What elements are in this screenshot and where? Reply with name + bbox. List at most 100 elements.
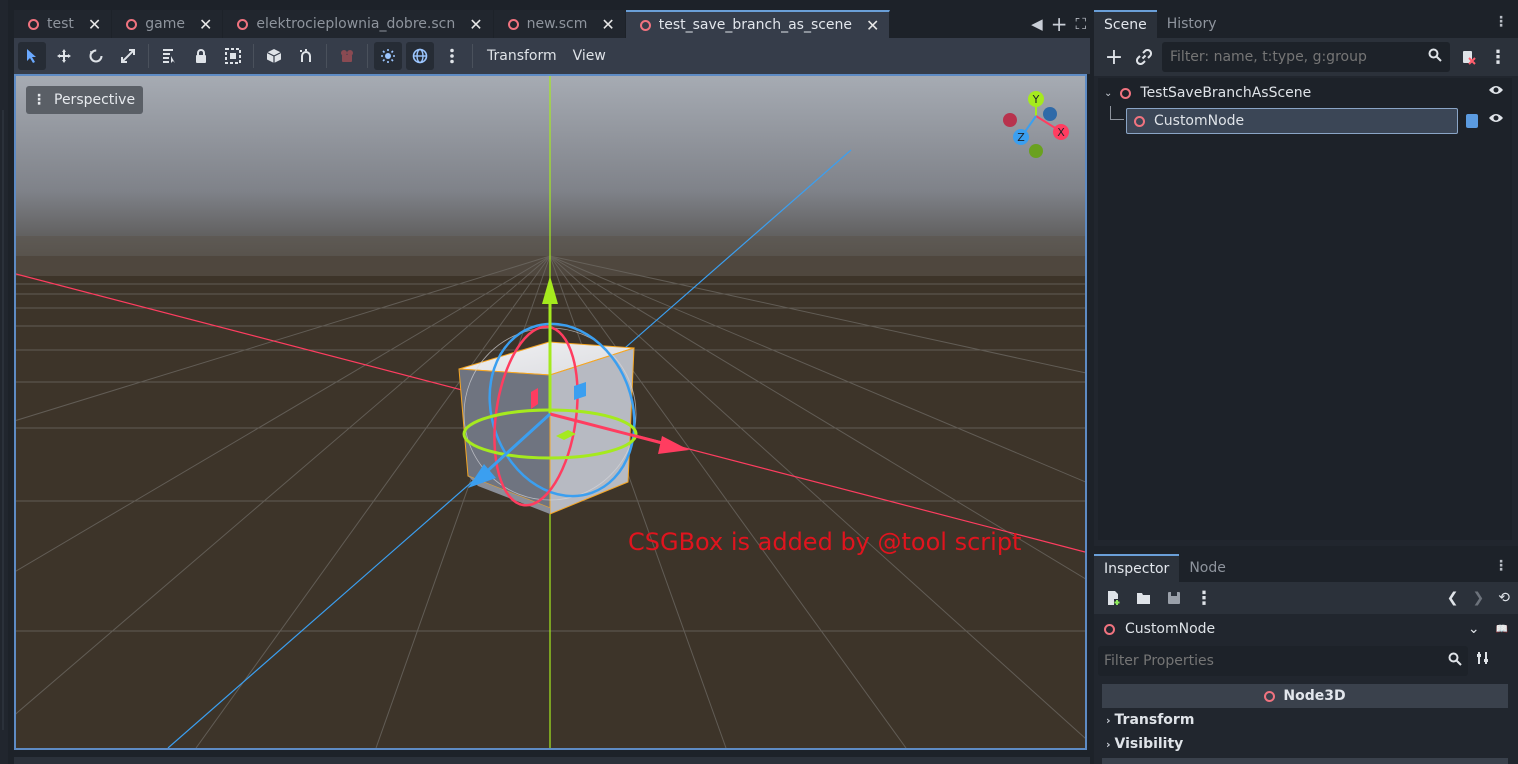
- tab-node[interactable]: Node: [1179, 554, 1236, 582]
- scene-dock: Scene History ⋮ + ⋮ ⌄ Test: [1094, 10, 1518, 546]
- more-options-icon[interactable]: ⋮: [1192, 586, 1216, 610]
- tab-game[interactable]: game ✕: [112, 10, 224, 38]
- bottom-panel-edge: [14, 757, 1090, 764]
- snap-icon[interactable]: [292, 42, 320, 70]
- scene-tab-bar: test ✕ game ✕ elektrocieplownia_dobre.sc…: [14, 10, 1090, 38]
- toolbar-separator: [367, 44, 368, 68]
- open-folder-icon[interactable]: [1132, 586, 1156, 610]
- distraction-free-icon[interactable]: ⛶: [1075, 15, 1086, 33]
- tab-elektrocieplownia[interactable]: elektrocieplownia_dobre.scn ✕: [223, 10, 494, 38]
- scene-icon: [639, 19, 651, 31]
- close-icon[interactable]: ✕: [601, 15, 614, 34]
- tab-label: elektrocieplownia_dobre.scn: [256, 16, 456, 32]
- camera-icon[interactable]: [333, 42, 361, 70]
- tab-test[interactable]: test ✕: [14, 10, 113, 38]
- toolbar-separator: [253, 44, 254, 68]
- script-icon[interactable]: [1466, 114, 1478, 128]
- scene-filter-input[interactable]: [1162, 42, 1450, 72]
- toolbar-separator: [148, 44, 149, 68]
- node3d-icon: [1120, 87, 1132, 99]
- filter-properties-input[interactable]: [1098, 646, 1468, 676]
- toolbar-separator: [472, 44, 473, 68]
- filter-properties-field[interactable]: [1104, 653, 1448, 669]
- select-icon[interactable]: [18, 42, 46, 70]
- scroll-tabs-left-icon[interactable]: ◀: [1031, 15, 1043, 33]
- lock-icon[interactable]: [187, 42, 215, 70]
- link-icon[interactable]: [1132, 45, 1156, 69]
- 3d-viewport[interactable]: Y X Z ⋮ Perspective CSGBox is added by @…: [14, 74, 1087, 750]
- dock-menu-icon[interactable]: ⋮: [1494, 14, 1508, 30]
- tab-scene[interactable]: Scene: [1094, 10, 1157, 38]
- search-icon: [1448, 652, 1462, 670]
- group-transform[interactable]: › Transform: [1102, 708, 1508, 732]
- chevron-down-icon: ⌄: [1467, 621, 1480, 637]
- local-space-icon[interactable]: [260, 42, 288, 70]
- close-icon[interactable]: ✕: [199, 15, 212, 34]
- tab-history[interactable]: History: [1157, 10, 1227, 38]
- move-icon[interactable]: [50, 42, 78, 70]
- transform-menu[interactable]: Transform: [479, 42, 565, 70]
- add-node-icon[interactable]: +: [1102, 45, 1126, 70]
- save-icon[interactable]: [1162, 586, 1186, 610]
- expand-arrow-icon: ›: [1106, 713, 1111, 727]
- tree-item-label: TestSaveBranchAsScene: [1140, 85, 1312, 101]
- scene-icon: [126, 18, 138, 30]
- dock-menu-icon[interactable]: ⋮: [1494, 558, 1508, 574]
- scene-toolbar: + ⋮: [1094, 38, 1518, 76]
- environment-icon[interactable]: [406, 42, 434, 70]
- viewport-scene: Y X Z: [16, 76, 1085, 748]
- property-tools-icon[interactable]: [1476, 651, 1490, 669]
- scene-options-icon[interactable]: ⋮: [1486, 45, 1510, 69]
- group-label: Transform: [1114, 712, 1195, 728]
- search-icon: [1428, 48, 1442, 66]
- close-icon[interactable]: ✕: [866, 16, 879, 35]
- attach-script-icon[interactable]: [1456, 45, 1480, 69]
- tab-test-save-branch[interactable]: test_save_branch_as_scene ✕: [625, 10, 891, 38]
- selected-node-dropdown[interactable]: CustomNode ⌄ 📖: [1094, 614, 1518, 644]
- group-icon[interactable]: [219, 42, 247, 70]
- inspector-dock-tabs: Inspector Node ⋮: [1094, 554, 1518, 582]
- history-back-icon[interactable]: ❮: [1447, 590, 1459, 606]
- view-menu[interactable]: View: [565, 42, 614, 70]
- selected-node-label: CustomNode: [1125, 621, 1216, 637]
- left-dock-strip: [0, 0, 8, 764]
- annotation-text: CSGBox is added by @tool script: [628, 528, 1022, 556]
- tab-label: test_save_branch_as_scene: [658, 17, 853, 33]
- inspector-dock: Inspector Node ⋮ ⋮ ❮ ❯ ⟲ CustomNode ⌄ 📖 …: [1094, 554, 1518, 764]
- group-visibility[interactable]: › Visibility: [1102, 732, 1508, 756]
- scale-icon[interactable]: [114, 42, 142, 70]
- gizmo-x-label: X: [1057, 126, 1065, 139]
- collapse-arrow-icon[interactable]: ⌄: [1104, 88, 1112, 99]
- doc-icon[interactable]: 📖: [1496, 624, 1508, 635]
- sun-icon[interactable]: [374, 42, 402, 70]
- scene-icon: [28, 18, 39, 30]
- visibility-eye-icon[interactable]: [1488, 112, 1504, 128]
- perspective-menu-button[interactable]: ⋮ Perspective: [26, 86, 144, 114]
- properties-panel: Node3D › Transform › Visibility: [1102, 684, 1508, 764]
- close-icon[interactable]: ✕: [469, 15, 482, 34]
- rotate-icon[interactable]: [82, 42, 110, 70]
- scene-filter-field[interactable]: [1170, 49, 1428, 65]
- tab-label: game: [145, 16, 186, 32]
- tree-item-root[interactable]: ⌄ TestSaveBranchAsScene: [1098, 80, 1508, 106]
- tree-item-customnode[interactable]: CustomNode: [1098, 108, 1508, 134]
- node3d-icon: [1104, 623, 1115, 635]
- more-icon[interactable]: [438, 42, 466, 70]
- add-tab-icon[interactable]: +: [1051, 12, 1068, 36]
- history-forward-icon[interactable]: ❯: [1473, 590, 1485, 606]
- tab-new-scm[interactable]: new.scm ✕: [493, 10, 626, 38]
- visibility-eye-icon[interactable]: [1488, 84, 1504, 100]
- scene-tree: ⌄ TestSaveBranchAsScene CustomNode: [1098, 78, 1512, 540]
- section-node3d[interactable]: Node3D: [1102, 684, 1508, 708]
- kebab-icon: ⋮: [32, 92, 46, 108]
- scene-dock-tabs: Scene History ⋮: [1094, 10, 1518, 38]
- node3d-icon: [1134, 115, 1145, 127]
- close-icon[interactable]: ✕: [88, 15, 101, 34]
- new-resource-icon[interactable]: [1102, 586, 1126, 610]
- list-select-icon[interactable]: [155, 42, 183, 70]
- tab-inspector[interactable]: Inspector: [1094, 554, 1180, 582]
- scene-icon: [507, 18, 519, 30]
- gizmo-y-label: Y: [1032, 93, 1040, 106]
- history-icon[interactable]: ⟲: [1498, 590, 1510, 606]
- expand-arrow-icon: ›: [1106, 737, 1111, 751]
